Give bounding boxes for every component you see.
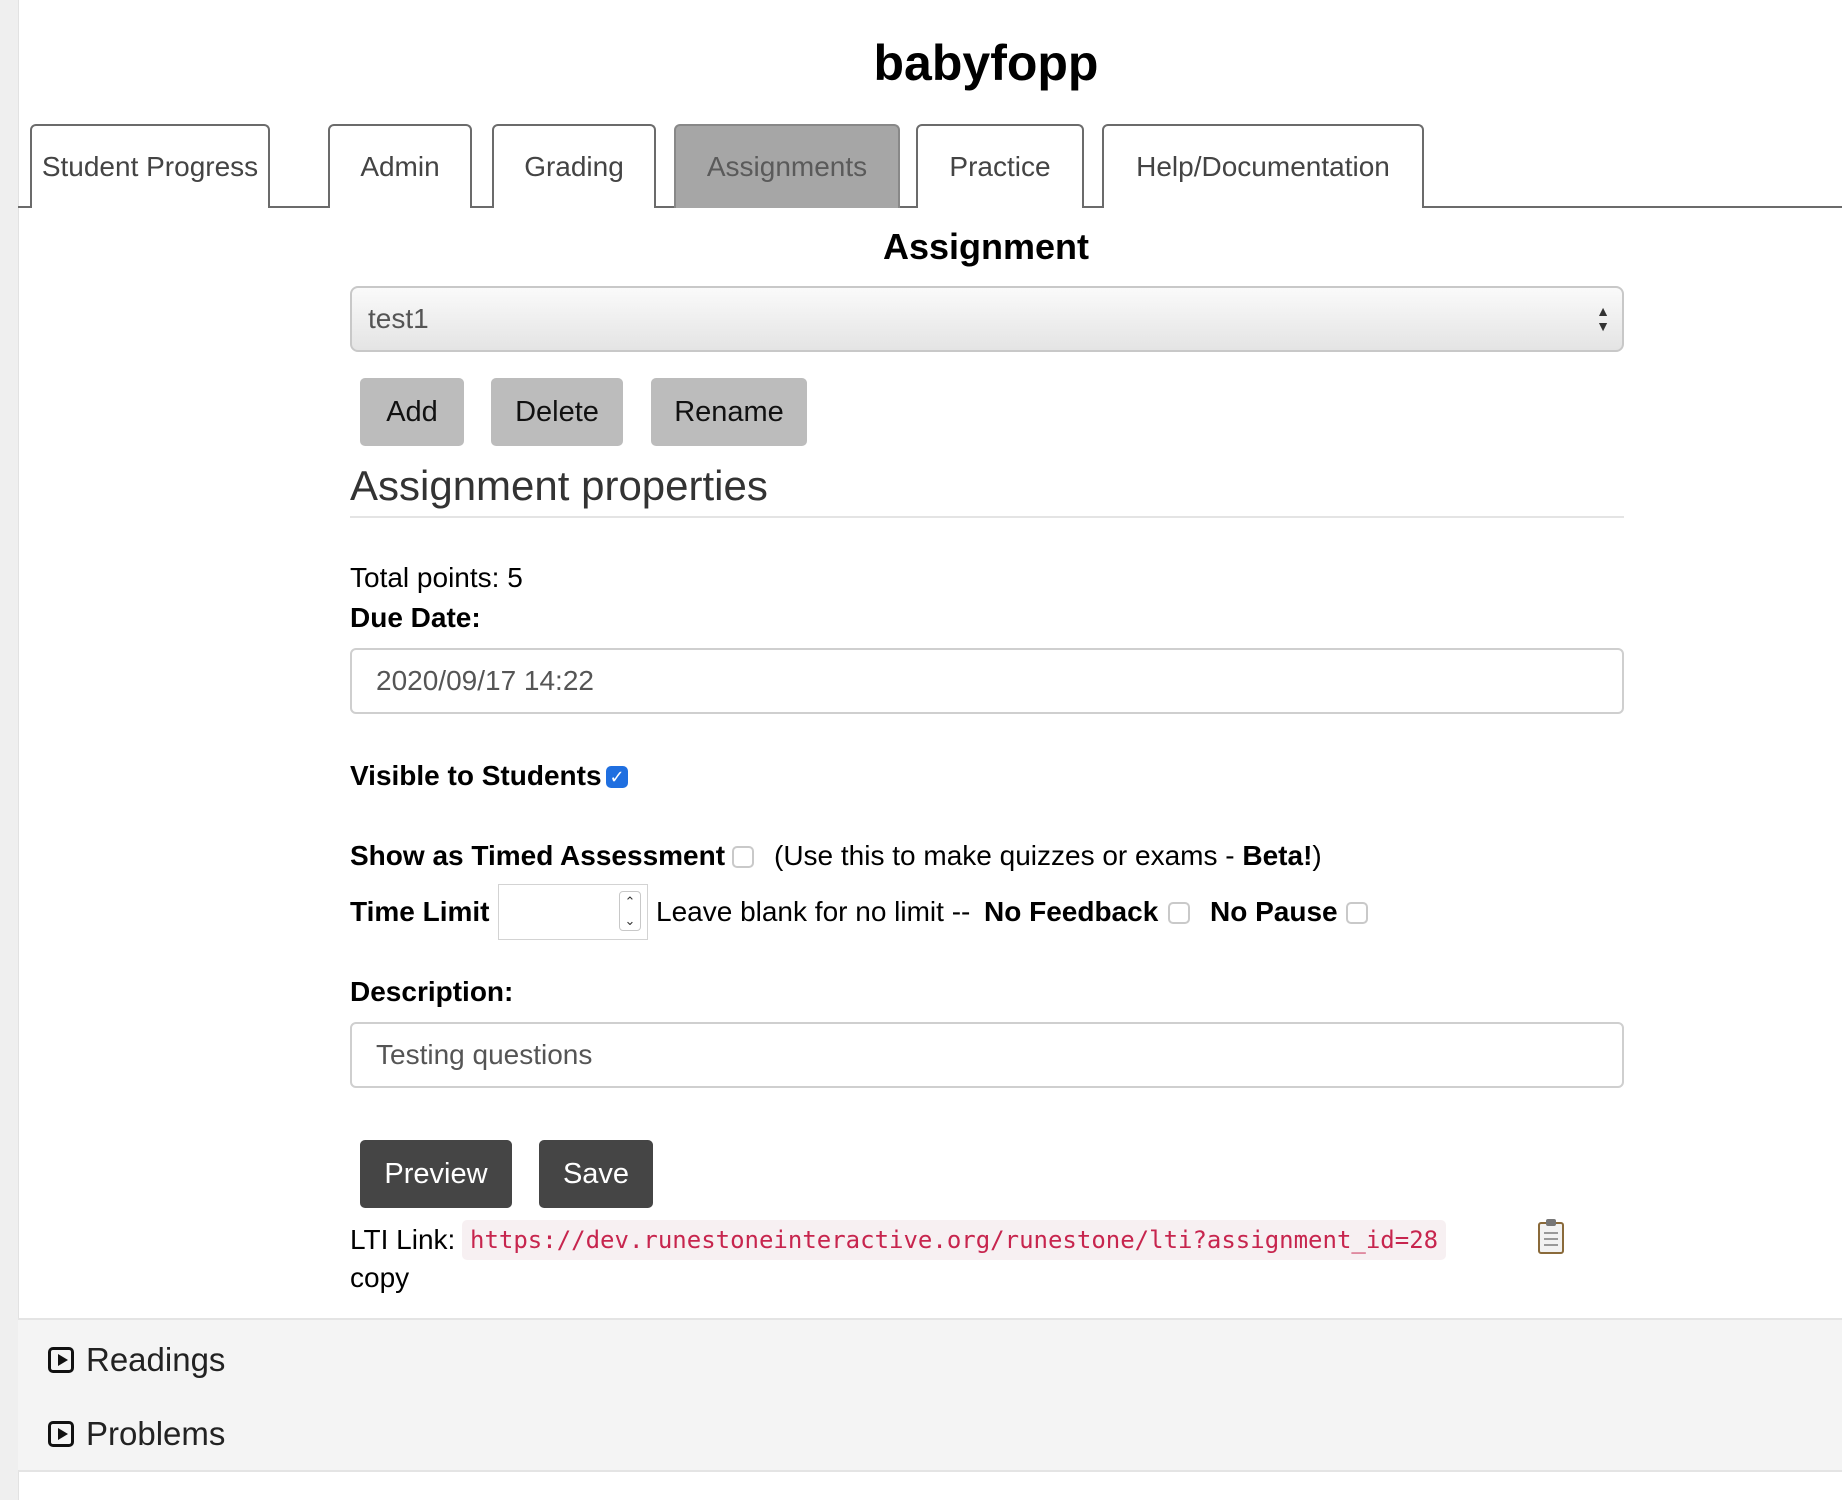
panel-problems[interactable]: Problems [48, 1414, 225, 1454]
visible-label: Visible to Students [350, 760, 602, 791]
tab-grading[interactable]: Grading [492, 124, 656, 208]
left-edge [0, 0, 19, 1500]
course-title: babyfopp [873, 35, 1099, 91]
due-date-value: 2020/09/17 14:22 [376, 665, 594, 696]
description-label: Description: [350, 976, 514, 1007]
tab-assignments[interactable]: Assignments [674, 124, 900, 208]
time-limit-hint: Leave blank for no limit -- [656, 896, 971, 927]
save-button[interactable]: Save [539, 1140, 653, 1208]
tab-student-progress[interactable]: Student Progress [30, 124, 270, 208]
no-feedback-checkbox[interactable] [1168, 902, 1190, 924]
time-limit-label: Time Limit [350, 896, 490, 927]
checkmark-icon: ✓ [609, 767, 625, 787]
select-arrows-icon: ▲ ▼ [1596, 303, 1610, 334]
copy-link[interactable]: copy [350, 1262, 409, 1294]
play-square-icon [48, 1421, 74, 1447]
total-points-value: 5 [507, 562, 523, 593]
time-limit-spinner[interactable]: ⌃ ⌄ [619, 891, 641, 931]
clipboard-icon[interactable] [1538, 1219, 1564, 1254]
timed-note-beta: Beta! [1242, 840, 1313, 871]
panel-problems-label: Problems [86, 1415, 226, 1452]
timed-row: Show as Timed Assessment [350, 840, 725, 872]
tab-admin[interactable]: Admin [328, 124, 472, 208]
tab-practice[interactable]: Practice [916, 124, 1084, 208]
preview-button[interactable]: Preview [360, 1140, 512, 1208]
rename-button[interactable]: Rename [651, 378, 807, 446]
assignment-heading: Assignment [882, 226, 1090, 267]
play-square-icon [48, 1347, 74, 1373]
no-pause-checkbox[interactable] [1346, 902, 1368, 924]
timed-checkbox[interactable] [732, 846, 754, 868]
properties-heading: Assignment properties [350, 462, 768, 509]
no-pause-label: No Pause [1210, 896, 1338, 927]
properties-divider [350, 516, 1624, 518]
due-date-label: Due Date: [350, 602, 481, 633]
spinner-up-icon[interactable]: ⌃ [620, 892, 640, 911]
total-points: Total points: 5 [350, 562, 523, 594]
description-value: Testing questions [376, 1039, 593, 1070]
lti-link[interactable]: https://dev.runestoneinteractive.org/run… [462, 1220, 1447, 1260]
total-points-label: Total points: [350, 562, 500, 593]
due-date-input[interactable]: 2020/09/17 14:22 [350, 648, 1624, 714]
panel-readings-label: Readings [86, 1341, 226, 1378]
description-input[interactable]: Testing questions [350, 1022, 1624, 1088]
assignment-select[interactable]: test1 ▲ ▼ [350, 286, 1624, 352]
timed-note: (Use this to make quizzes or exams - Bet… [774, 840, 1322, 872]
lti-label: LTI Link: [350, 1224, 456, 1255]
assignment-select-value: test1 [368, 303, 429, 334]
time-limit-input[interactable]: ⌃ ⌄ [498, 884, 648, 940]
no-feedback-label: No Feedback [984, 896, 1159, 927]
timed-note-prefix: (Use this to make quizzes or exams - [774, 840, 1235, 871]
panel-readings[interactable]: Readings [48, 1340, 225, 1380]
delete-button[interactable]: Delete [491, 378, 623, 446]
visible-checkbox[interactable]: ✓ [606, 766, 628, 788]
tab-bar: Student Progress Admin Grading Assignmen… [18, 124, 1842, 208]
spinner-down-icon[interactable]: ⌄ [620, 911, 640, 930]
page: babyfopp Student Progress Admin Grading … [0, 0, 1842, 1500]
timed-label: Show as Timed Assessment [350, 840, 726, 871]
add-button[interactable]: Add [360, 378, 464, 446]
tab-help-documentation[interactable]: Help/Documentation [1102, 124, 1424, 208]
timed-note-suffix: ) [1312, 840, 1322, 871]
collapsible-panels: Readings Problems [18, 1318, 1842, 1472]
